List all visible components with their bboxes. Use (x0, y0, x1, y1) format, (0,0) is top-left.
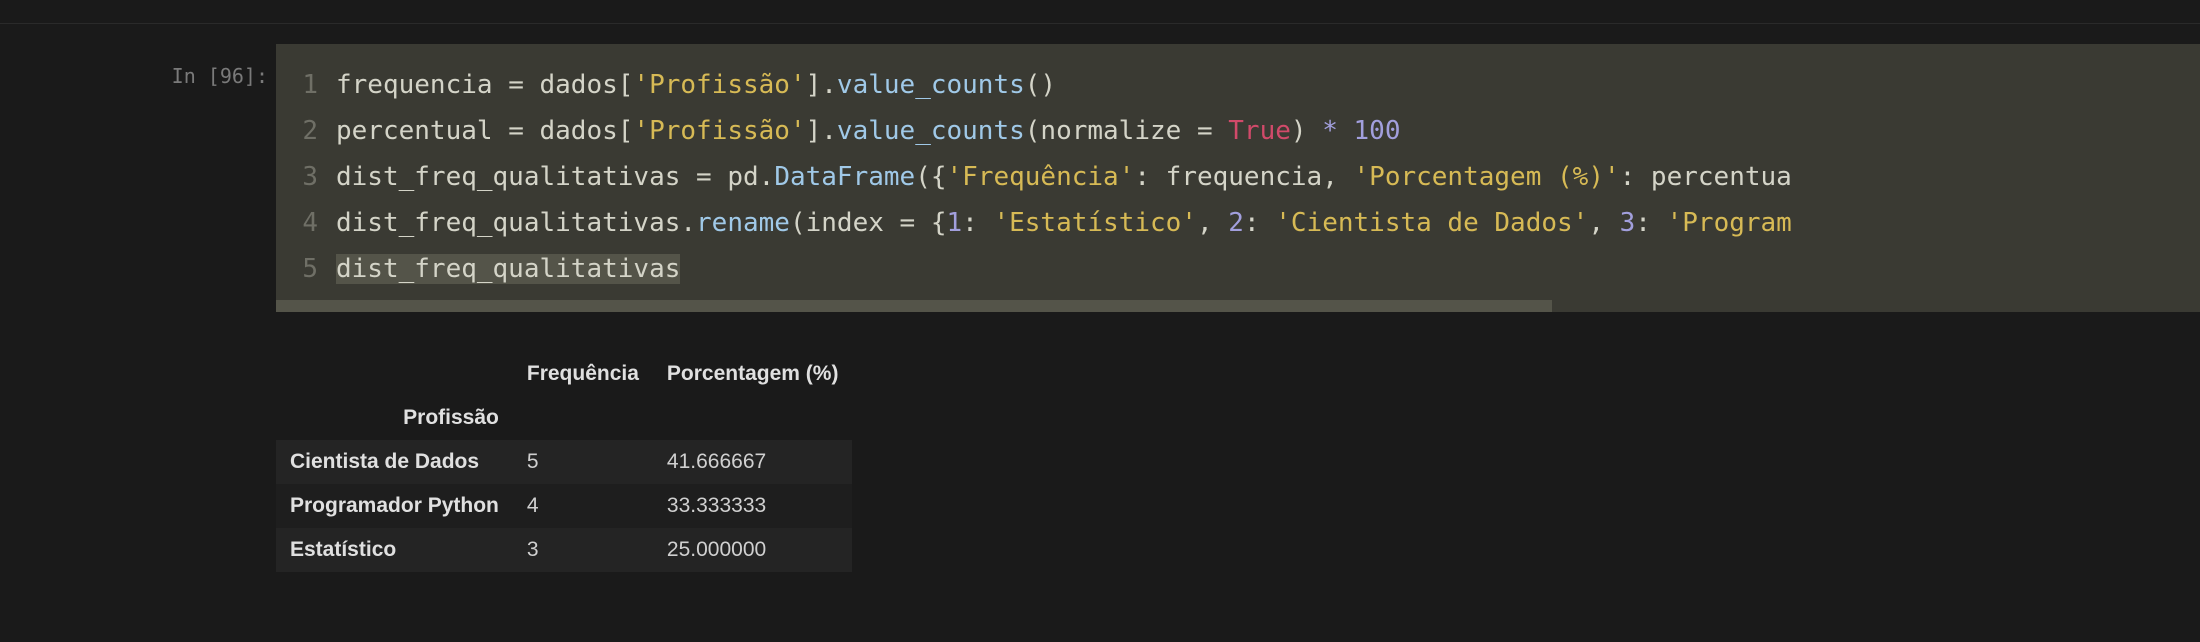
table-header-blank (653, 396, 853, 440)
code-token: value_counts (837, 116, 1025, 146)
code-token: = (508, 70, 539, 100)
code-token: () (1025, 70, 1056, 100)
table-row-index: Estatístico (276, 528, 513, 572)
code-token: True (1228, 116, 1291, 146)
code-token: , (1588, 208, 1619, 238)
code-token: : (1635, 208, 1666, 238)
table-cell: 5 (513, 440, 653, 484)
code-line[interactable]: 3dist_freq_qualitativas = pd.DataFrame({… (276, 154, 2200, 200)
code-token: = (696, 162, 727, 192)
table-row-index: Programador Python (276, 484, 513, 528)
code-token: ]. (806, 70, 837, 100)
code-line[interactable]: 5dist_freq_qualitativas (276, 246, 2200, 292)
code-token: 'Profissão' (633, 116, 805, 146)
code-token: 'Frequência' (947, 162, 1135, 192)
code-token: dist_freq_qualitativas (336, 254, 680, 284)
table-row-index: Cientista de Dados (276, 440, 513, 484)
code-token: dados[ (540, 116, 634, 146)
code-token: 2 (1228, 208, 1244, 238)
gutter-line-number: 4 (276, 200, 336, 246)
code-token: = (900, 208, 931, 238)
code-token: 100 (1354, 116, 1401, 146)
code-line[interactable]: 4dist_freq_qualitativas.rename(index = {… (276, 200, 2200, 246)
gutter-line-number: 2 (276, 108, 336, 154)
code-token: (normalize (1025, 116, 1197, 146)
code-cell-wrapper: In [96]: 1frequencia = dados['Profissão'… (0, 24, 2200, 572)
code-token: , (1197, 208, 1228, 238)
code-text[interactable]: percentual = dados['Profissão'].value_co… (336, 108, 2200, 154)
table-cell: 4 (513, 484, 653, 528)
code-token: 'Program (1667, 208, 1792, 238)
code-token: 3 (1620, 208, 1636, 238)
table-cell: 33.333333 (653, 484, 853, 528)
code-token: dist_freq_qualitativas (336, 162, 696, 192)
code-token: 'Cientista de Dados' (1275, 208, 1588, 238)
code-text[interactable]: dist_freq_qualitativas (336, 246, 2200, 292)
code-token: * (1322, 116, 1353, 146)
code-token: 'Profissão' (633, 70, 805, 100)
table-cell: 3 (513, 528, 653, 572)
table-column-header: Porcentagem (%) (653, 352, 853, 396)
table-row: Cientista de Dados541.666667 (276, 440, 852, 484)
gutter-line-number: 5 (276, 246, 336, 292)
code-token: pd. (727, 162, 774, 192)
gutter-line-number: 3 (276, 154, 336, 200)
code-token: : (962, 208, 993, 238)
code-token: : (1244, 208, 1275, 238)
table-column-header: Frequência (513, 352, 653, 396)
code-token: value_counts (837, 70, 1025, 100)
dataframe-table: FrequênciaPorcentagem (%) Profissão Cien… (276, 352, 852, 572)
table-row: Programador Python433.333333 (276, 484, 852, 528)
code-token: ) (1291, 116, 1322, 146)
code-token: 'Porcentagem (%)' (1354, 162, 1620, 192)
code-token: rename (696, 208, 790, 238)
notebook-toolbar (0, 0, 2200, 24)
table-header-blank (513, 396, 653, 440)
gutter-line-number: 1 (276, 62, 336, 108)
table-index-name-row: Profissão (276, 396, 852, 440)
code-token: frequencia (336, 70, 508, 100)
table-index-name: Profissão (276, 396, 513, 440)
code-token: dist_freq_qualitativas. (336, 208, 696, 238)
table-cell: 25.000000 (653, 528, 853, 572)
code-input-area[interactable]: 1frequencia = dados['Profissão'].value_c… (276, 44, 2200, 312)
code-token: dados[ (540, 70, 634, 100)
code-token: ({ (915, 162, 946, 192)
input-prompt: In [96]: (0, 64, 268, 88)
code-line[interactable]: 2percentual = dados['Profissão'].value_c… (276, 108, 2200, 154)
code-token: 'Estatístico' (993, 208, 1197, 238)
code-token: = (1197, 116, 1228, 146)
code-token: ]. (806, 116, 837, 146)
code-token: = (508, 116, 539, 146)
table-header-row: FrequênciaPorcentagem (%) (276, 352, 852, 396)
code-token: : percentua (1620, 162, 1792, 192)
code-token: DataFrame (774, 162, 915, 192)
code-token: { (931, 208, 947, 238)
code-line[interactable]: 1frequencia = dados['Profissão'].value_c… (276, 62, 2200, 108)
table-cell: 41.666667 (653, 440, 853, 484)
horizontal-scrollbar[interactable] (276, 300, 1552, 312)
code-token: (index (790, 208, 900, 238)
cell-output: FrequênciaPorcentagem (%) Profissão Cien… (276, 352, 2200, 572)
code-token: percentual (336, 116, 508, 146)
code-text[interactable]: dist_freq_qualitativas.rename(index = {1… (336, 200, 2200, 246)
code-text[interactable]: frequencia = dados['Profissão'].value_co… (336, 62, 2200, 108)
code-token: : frequencia, (1134, 162, 1353, 192)
table-row: Estatístico325.000000 (276, 528, 852, 572)
table-header-blank (276, 352, 513, 396)
code-token: 1 (947, 208, 963, 238)
code-text[interactable]: dist_freq_qualitativas = pd.DataFrame({'… (336, 154, 2200, 200)
